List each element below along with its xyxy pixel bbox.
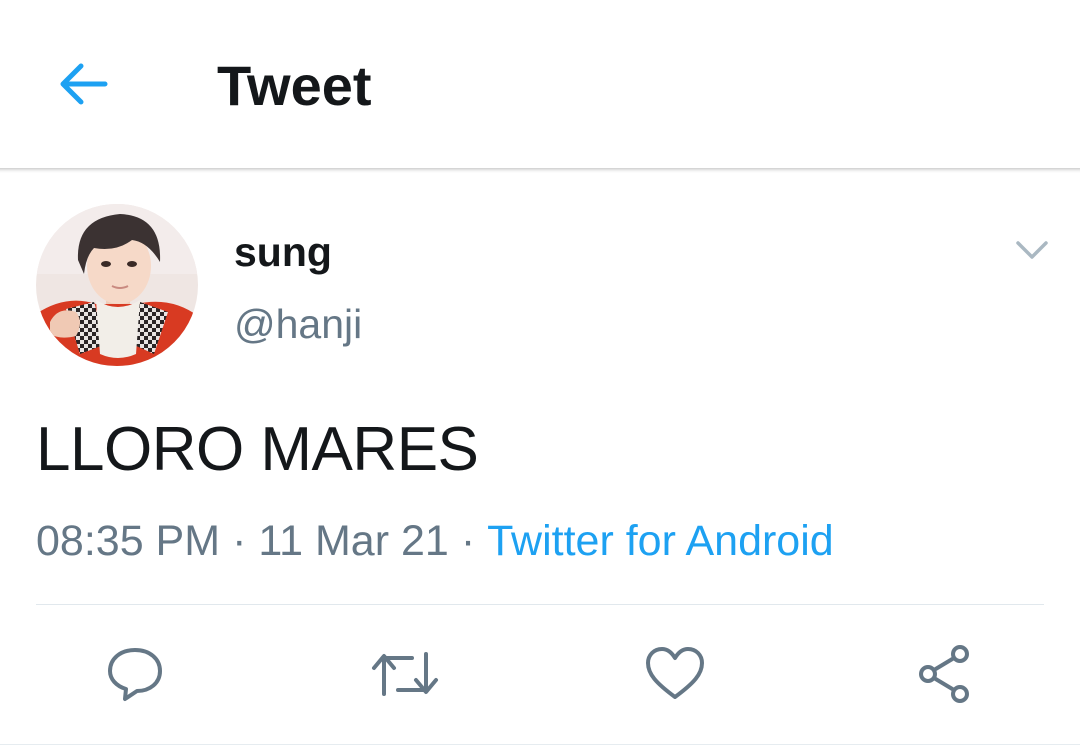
retweet-button[interactable] (367, 636, 443, 712)
heart-icon (646, 647, 704, 699)
reply-button[interactable] (97, 636, 173, 712)
share-button[interactable] (907, 636, 983, 712)
tweet-source-link[interactable]: Twitter for Android (487, 517, 834, 565)
profile-photo (36, 204, 198, 366)
tweet-options-button[interactable] (1004, 226, 1060, 274)
chevron-down-icon (1016, 241, 1048, 259)
back-arrow-icon (60, 63, 108, 105)
reply-icon (108, 648, 162, 701)
meta-separator: · (460, 517, 476, 565)
tweet-detail-screen: Tweet sung @hanji LLORO MARES 08:35 PM ·… (0, 0, 1080, 752)
display-name[interactable]: sung (234, 226, 332, 278)
back-button[interactable] (48, 52, 118, 116)
tweet-date: 11 Mar 21 (258, 517, 449, 565)
tweet-meta: 08:35 PM · 11 Mar 21 · Twitter for Android (36, 514, 834, 568)
meta-separator: · (232, 517, 247, 565)
top-app-bar: Tweet (0, 0, 1080, 168)
divider (36, 604, 1044, 605)
header-divider (0, 168, 1080, 173)
page-title: Tweet (217, 54, 372, 117)
share-icon (919, 645, 969, 703)
retweet-icon (372, 652, 438, 696)
bottom-divider (0, 744, 1080, 745)
tweet-text: LLORO MARES (36, 415, 479, 484)
avatar[interactable] (36, 204, 198, 366)
like-button[interactable] (637, 636, 713, 712)
user-handle[interactable]: @hanji (234, 298, 362, 350)
tweet-time: 08:35 PM (36, 517, 221, 565)
